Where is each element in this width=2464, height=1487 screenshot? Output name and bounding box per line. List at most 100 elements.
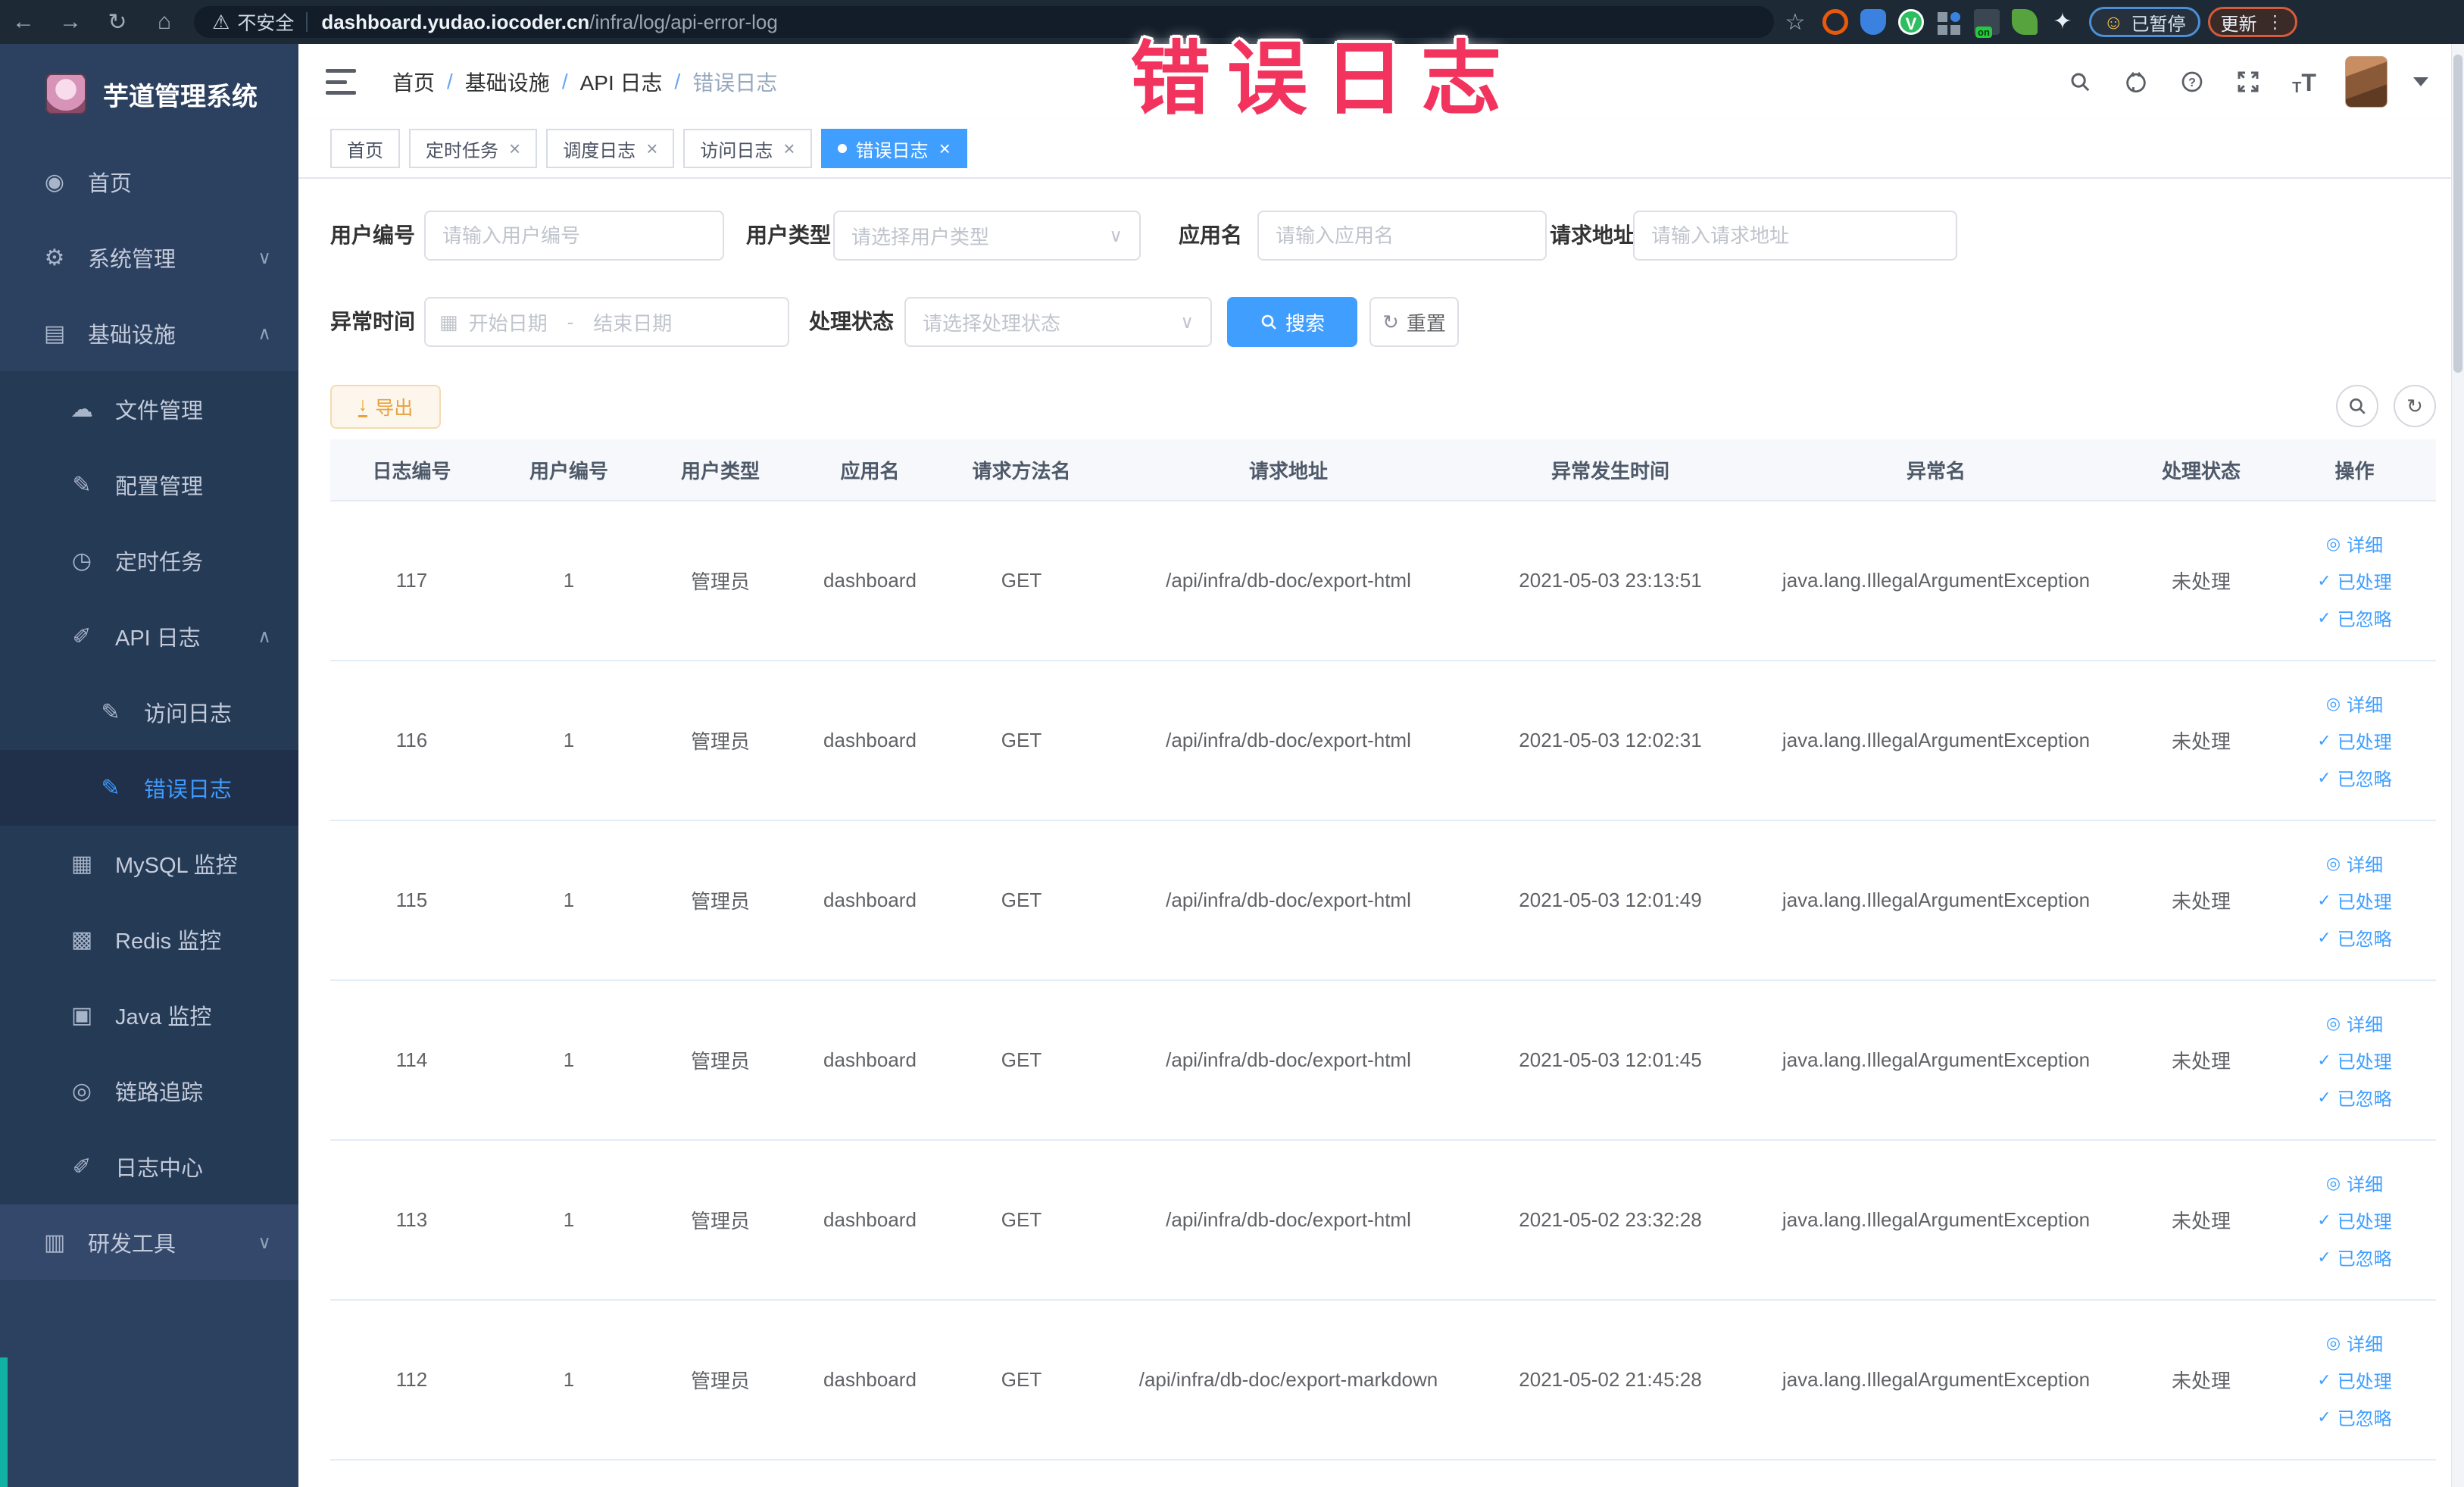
close-icon[interactable]: ×: [509, 139, 520, 158]
user-id-input[interactable]: [424, 211, 724, 261]
extension-icon[interactable]: [1822, 9, 1848, 35]
address-bar[interactable]: ⚠ 不安全 dashboard.yudao.iocoder.cn /infra/…: [194, 6, 1774, 38]
sidebar-item-access-log[interactable]: ✎ 访问日志: [0, 674, 298, 750]
sidebar-scrollbar[interactable]: [0, 1357, 8, 1487]
sidebar-item-scheduled-task[interactable]: ◷ 定时任务: [0, 523, 298, 598]
breadcrumb-separator: /: [447, 70, 453, 93]
breadcrumb-infra[interactable]: 基础设施: [465, 67, 550, 97]
mark-processed-link[interactable]: ✓ 已处理: [2317, 1047, 2391, 1073]
user-type-select[interactable]: 请选择用户类型 ∨: [833, 211, 1141, 261]
sidebar-item-file-manage[interactable]: ☁ 文件管理: [0, 371, 298, 447]
github-icon[interactable]: [2121, 67, 2151, 97]
sidebar-item-system[interactable]: ⚙ 系统管理 ∨: [0, 220, 298, 295]
help-icon[interactable]: ?: [2177, 67, 2207, 97]
tab-scheduled-task[interactable]: 定时任务 ×: [409, 129, 538, 168]
detail-link[interactable]: ◎ 详细: [2326, 1170, 2383, 1196]
mysql-icon: ▦: [70, 851, 93, 876]
url-domain: dashboard.yudao.iocoder.cn: [321, 10, 590, 33]
sidebar-item-home[interactable]: ◉ 首页: [0, 144, 298, 220]
sidebar-item-redis-monitor[interactable]: ▩ Redis 监控: [0, 901, 298, 977]
browser-reload-icon[interactable]: ↻: [94, 9, 141, 36]
browser-forward-icon[interactable]: →: [47, 9, 94, 35]
sidebar-item-log-center[interactable]: ✐ 日志中心: [0, 1129, 298, 1204]
sidebar-item-error-log[interactable]: ✎ 错误日志: [0, 750, 298, 826]
app-logo-row[interactable]: 芋道管理系统: [0, 44, 298, 144]
breadcrumb-api-log[interactable]: API 日志: [580, 67, 663, 97]
sidebar-item-api-log[interactable]: ✐ API 日志 ∧: [0, 598, 298, 674]
tab-access-log[interactable]: 访问日志 ×: [683, 129, 812, 168]
refresh-icon: ↻: [1382, 310, 1399, 333]
paused-extension-badge[interactable]: ☺ 已暂停: [2089, 7, 2200, 37]
edit-icon: ✎: [101, 699, 120, 725]
detail-link[interactable]: ◎ 详细: [2326, 1329, 2383, 1356]
table-row: 116 1 管理员 dashboard GET /api/infra/db-do…: [330, 661, 2436, 821]
kebab-menu-icon[interactable]: ⋮: [2266, 11, 2284, 33]
exception-time-label: 异常时间: [330, 310, 416, 333]
extension-on-icon[interactable]: on: [1974, 9, 2000, 38]
mark-processed-link[interactable]: ✓ 已处理: [2317, 1367, 2391, 1393]
tab-home[interactable]: 首页: [330, 129, 400, 168]
mark-processed-link[interactable]: ✓ 已处理: [2317, 567, 2391, 594]
export-button[interactable]: ↓ 导出: [330, 385, 441, 429]
mark-ignored-link[interactable]: ✓ 已忽略: [2317, 764, 2391, 791]
page-scrollbar[interactable]: [2451, 44, 2464, 1487]
close-icon[interactable]: ×: [939, 139, 951, 158]
log-icon: ✐: [72, 1154, 92, 1179]
reset-button[interactable]: ↻ 重置: [1369, 297, 1459, 347]
edit-icon: ✎: [101, 775, 120, 801]
screen: ← → ↻ ⌂ ⚠ 不安全 dashboard.yudao.iocoder.cn…: [0, 0, 2464, 1487]
sidebar-item-dev-tools[interactable]: ▥ 研发工具 ∨: [0, 1204, 298, 1280]
refresh-table-button[interactable]: ↻: [2394, 385, 2436, 427]
request-url-input[interactable]: [1633, 211, 1957, 261]
detail-link[interactable]: ◎ 详细: [2326, 530, 2383, 557]
avatar-caret-icon[interactable]: [2413, 77, 2428, 86]
fullscreen-icon[interactable]: [2233, 67, 2263, 97]
sidebar-item-infra[interactable]: ▤ 基础设施 ∧: [0, 295, 298, 371]
browser-back-icon[interactable]: ←: [0, 9, 47, 35]
sidebar-item-config-manage[interactable]: ✎ 配置管理: [0, 447, 298, 523]
process-status-select[interactable]: 请选择处理状态 ∨: [904, 297, 1212, 347]
breadcrumb-home[interactable]: 首页: [392, 67, 435, 97]
close-icon[interactable]: ×: [783, 139, 795, 158]
tab-schedule-log[interactable]: 调度日志 ×: [546, 129, 675, 168]
tab-error-log[interactable]: 错误日志 ×: [820, 129, 967, 168]
security-warning-icon: ⚠: [212, 10, 230, 33]
detail-link[interactable]: ◎ 详细: [2326, 1010, 2383, 1036]
security-label[interactable]: 不安全: [237, 8, 294, 36]
search-button[interactable]: 搜索: [1227, 297, 1357, 347]
sidebar-item-java-monitor[interactable]: ▣ Java 监控: [0, 977, 298, 1053]
mark-ignored-link[interactable]: ✓ 已忽略: [2317, 924, 2391, 951]
font-size-icon[interactable]: TT: [2289, 67, 2319, 97]
mark-processed-link[interactable]: ✓ 已处理: [2317, 727, 2391, 754]
sidebar-item-trace[interactable]: ◎ 链路追踪: [0, 1053, 298, 1129]
mark-processed-link[interactable]: ✓ 已处理: [2317, 1207, 2391, 1233]
extension-grid-icon[interactable]: [1936, 9, 1962, 35]
mark-ignored-link[interactable]: ✓ 已忽略: [2317, 1244, 2391, 1270]
extension-v-icon[interactable]: V: [1898, 9, 1924, 35]
extension-shield-icon[interactable]: [1860, 9, 1886, 35]
mark-ignored-link[interactable]: ✓ 已忽略: [2317, 604, 2391, 631]
mark-processed-link[interactable]: ✓ 已处理: [2317, 887, 2391, 914]
avatar[interactable]: [2345, 56, 2387, 108]
check-icon: ✓: [2317, 1370, 2331, 1389]
menu-collapse-button[interactable]: [326, 69, 356, 95]
extensions-puzzle-icon[interactable]: ✦: [2050, 9, 2075, 35]
browser-update-button[interactable]: 更新 ⋮: [2207, 7, 2297, 37]
app-name-input[interactable]: [1257, 211, 1547, 261]
toggle-search-button[interactable]: [2336, 385, 2378, 427]
timer-icon: ◷: [71, 548, 92, 573]
bookmark-star-icon[interactable]: ☆: [1774, 9, 1816, 36]
detail-link[interactable]: ◎ 详细: [2326, 850, 2383, 876]
search-icon[interactable]: [2065, 67, 2095, 97]
extension-leaf-icon[interactable]: [2012, 9, 2038, 35]
paused-label: 已暂停: [2131, 14, 2186, 35]
exception-time-range-picker[interactable]: ▦ 开始日期 - 结束日期: [424, 297, 789, 347]
close-icon[interactable]: ×: [646, 139, 657, 158]
scrollbar-thumb[interactable]: [2453, 55, 2462, 373]
mark-ignored-link[interactable]: ✓ 已忽略: [2317, 1084, 2391, 1111]
mark-ignored-link[interactable]: ✓ 已忽略: [2317, 1404, 2391, 1430]
eye-icon: ◎: [2325, 853, 2341, 873]
detail-link[interactable]: ◎ 详细: [2326, 690, 2383, 717]
browser-home-icon[interactable]: ⌂: [141, 9, 188, 35]
sidebar-item-mysql-monitor[interactable]: ▦ MySQL 监控: [0, 826, 298, 901]
